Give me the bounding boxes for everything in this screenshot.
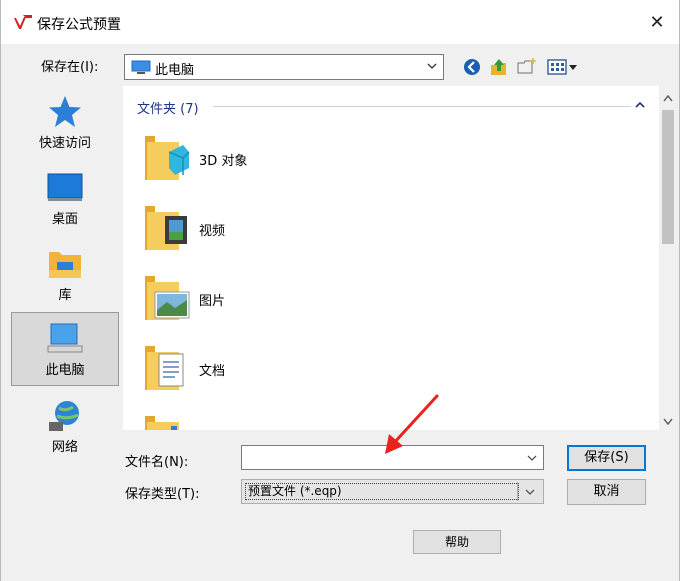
star-icon bbox=[49, 96, 81, 127]
dropdown-separator bbox=[517, 482, 518, 501]
filename-label: 文件名(N): bbox=[125, 455, 189, 470]
save-in-dropdown[interactable]: 此电脑 bbox=[124, 54, 444, 80]
scroll-up-icon[interactable] bbox=[663, 94, 673, 102]
save-in-label: 保存在(I): bbox=[41, 60, 99, 75]
place-libraries[interactable]: 库 bbox=[11, 238, 119, 312]
library-icon bbox=[49, 252, 81, 278]
save-in-value: 此电脑 bbox=[155, 63, 195, 78]
group-divider bbox=[213, 106, 631, 107]
place-desktop[interactable]: 桌面 bbox=[11, 162, 119, 236]
pictures-folder-icon bbox=[145, 276, 190, 320]
app-logo-icon bbox=[14, 15, 32, 29]
folder-name: 文档 bbox=[199, 364, 226, 379]
filetype-value: 预置文件 (*.eqp) bbox=[245, 483, 519, 500]
save-preset-dialog: 保存公式预置 ✕ 保存在(I): 此电脑 快速访问 桌面 库 此电脑 网络 文件… bbox=[0, 0, 680, 581]
place-label: 此电脑 bbox=[45, 363, 85, 378]
3d-objects-folder-icon bbox=[145, 136, 190, 180]
scroll-down-icon[interactable] bbox=[663, 418, 673, 426]
place-this-pc[interactable]: 此电脑 bbox=[11, 312, 119, 386]
downloads-folder-icon bbox=[145, 416, 179, 430]
place-network[interactable]: 网络 bbox=[11, 390, 119, 464]
place-label: 网络 bbox=[51, 440, 78, 455]
window-title: 保存公式预置 bbox=[37, 17, 121, 33]
documents-folder-icon bbox=[145, 346, 184, 390]
close-icon: ✕ bbox=[649, 11, 665, 33]
scrollbar-thumb[interactable] bbox=[662, 110, 674, 244]
new-folder-icon[interactable] bbox=[516, 57, 538, 77]
computer-icon bbox=[131, 60, 151, 74]
folder-item-documents[interactable]: 文档 bbox=[141, 340, 441, 402]
folder-item-3d-objects[interactable]: 3D 对象 bbox=[141, 130, 441, 192]
folder-name: 视频 bbox=[199, 224, 226, 239]
place-label: 桌面 bbox=[51, 212, 78, 227]
up-folder-icon[interactable] bbox=[489, 57, 509, 77]
network-icon bbox=[49, 401, 79, 431]
chevron-down-icon bbox=[525, 489, 535, 495]
group-header-folders[interactable]: 文件夹 (7) bbox=[137, 98, 199, 117]
place-quick-access[interactable]: 快速访问 bbox=[11, 86, 119, 160]
place-label: 快速访问 bbox=[38, 136, 91, 151]
filetype-dropdown[interactable]: 预置文件 (*.eqp) bbox=[241, 479, 544, 504]
file-list-scrollbar[interactable] bbox=[659, 86, 677, 430]
chevron-down-icon[interactable] bbox=[527, 453, 537, 463]
annotation-arrow-icon bbox=[385, 394, 439, 454]
close-button[interactable]: ✕ bbox=[635, 0, 679, 44]
chevron-up-icon[interactable] bbox=[635, 100, 645, 110]
view-menu-icon[interactable] bbox=[547, 57, 579, 77]
save-button[interactable]: 保存(S) bbox=[567, 445, 646, 471]
title-bar: 保存公式预置 ✕ bbox=[1, 0, 679, 44]
videos-folder-icon bbox=[145, 206, 187, 250]
chevron-down-icon bbox=[427, 63, 437, 69]
places-bar: 快速访问 桌面 库 此电脑 网络 bbox=[11, 86, 119, 466]
folder-name: 图片 bbox=[199, 294, 226, 309]
file-list[interactable]: 文件夹 (7) 3D 对象 视频 图片 文档 bbox=[123, 86, 659, 430]
folder-name: 3D 对象 bbox=[199, 154, 248, 169]
folder-item-pictures[interactable]: 图片 bbox=[141, 270, 441, 332]
place-label: 库 bbox=[58, 288, 72, 303]
desktop-icon bbox=[47, 173, 83, 201]
filetype-label: 保存类型(T): bbox=[125, 487, 200, 502]
folder-item-videos[interactable]: 视频 bbox=[141, 200, 441, 262]
cancel-button[interactable]: 取消 bbox=[567, 479, 646, 505]
help-button[interactable]: 帮助 bbox=[413, 530, 501, 554]
computer-icon bbox=[47, 323, 83, 353]
back-icon[interactable] bbox=[462, 57, 482, 77]
